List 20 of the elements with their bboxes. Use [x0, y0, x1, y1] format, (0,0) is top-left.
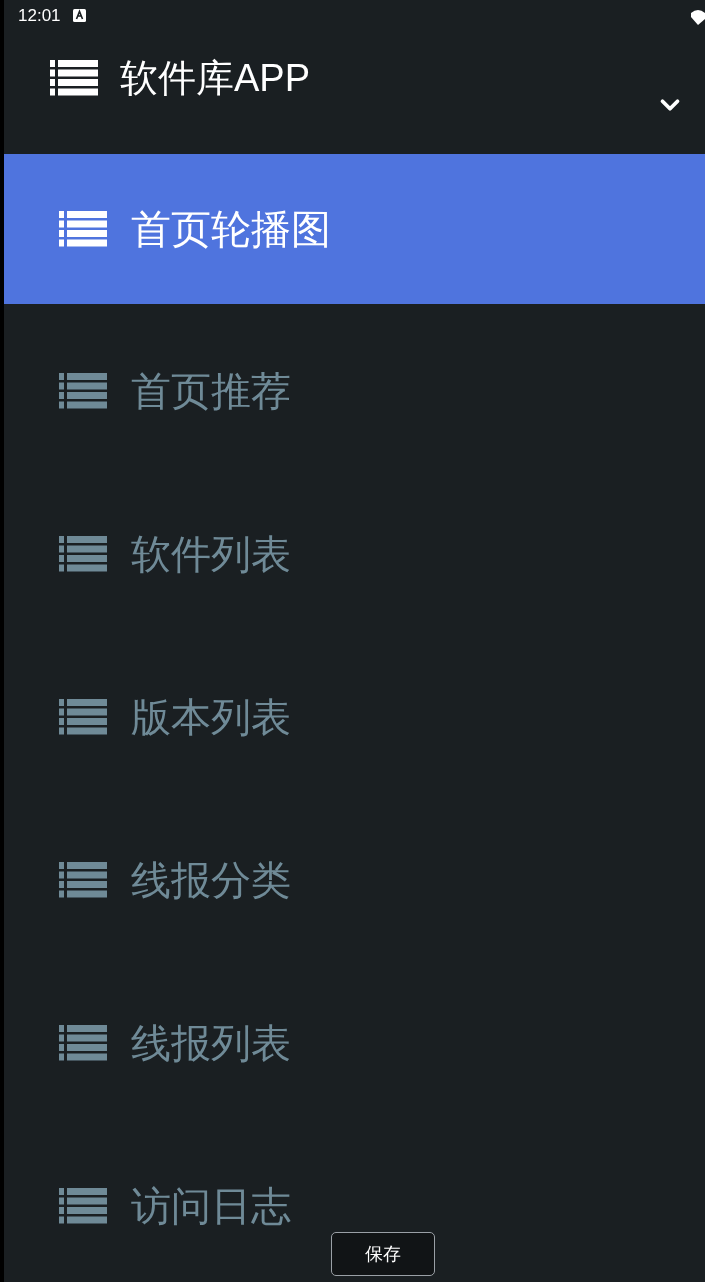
menu-item[interactable]: 线报分类: [4, 793, 299, 956]
menu-item[interactable]: 首页推荐: [4, 304, 299, 467]
wifi-icon: [691, 9, 705, 25]
list-icon: [59, 698, 107, 735]
menu-item[interactable]: 访问日志: [4, 1119, 299, 1282]
list-icon: [59, 1187, 107, 1224]
menu-item[interactable]: 软件列表: [4, 467, 299, 630]
list-icon: [50, 59, 98, 96]
list-icon: [59, 1024, 107, 1061]
menu-item[interactable]: 版本列表: [4, 630, 299, 793]
list-icon: [59, 535, 107, 572]
app-title: 软件库APP: [120, 55, 311, 101]
list-icon: [59, 861, 107, 898]
save-button[interactable]: 保存: [331, 1232, 435, 1276]
menu-item[interactable]: 首页轮播图: [4, 154, 705, 304]
menu-item[interactable]: 线报列表: [4, 956, 299, 1119]
list-icon: [59, 372, 107, 409]
list-icon: [59, 211, 107, 247]
notification-icon: [72, 9, 86, 23]
status-time: 12:01: [18, 5, 61, 28]
